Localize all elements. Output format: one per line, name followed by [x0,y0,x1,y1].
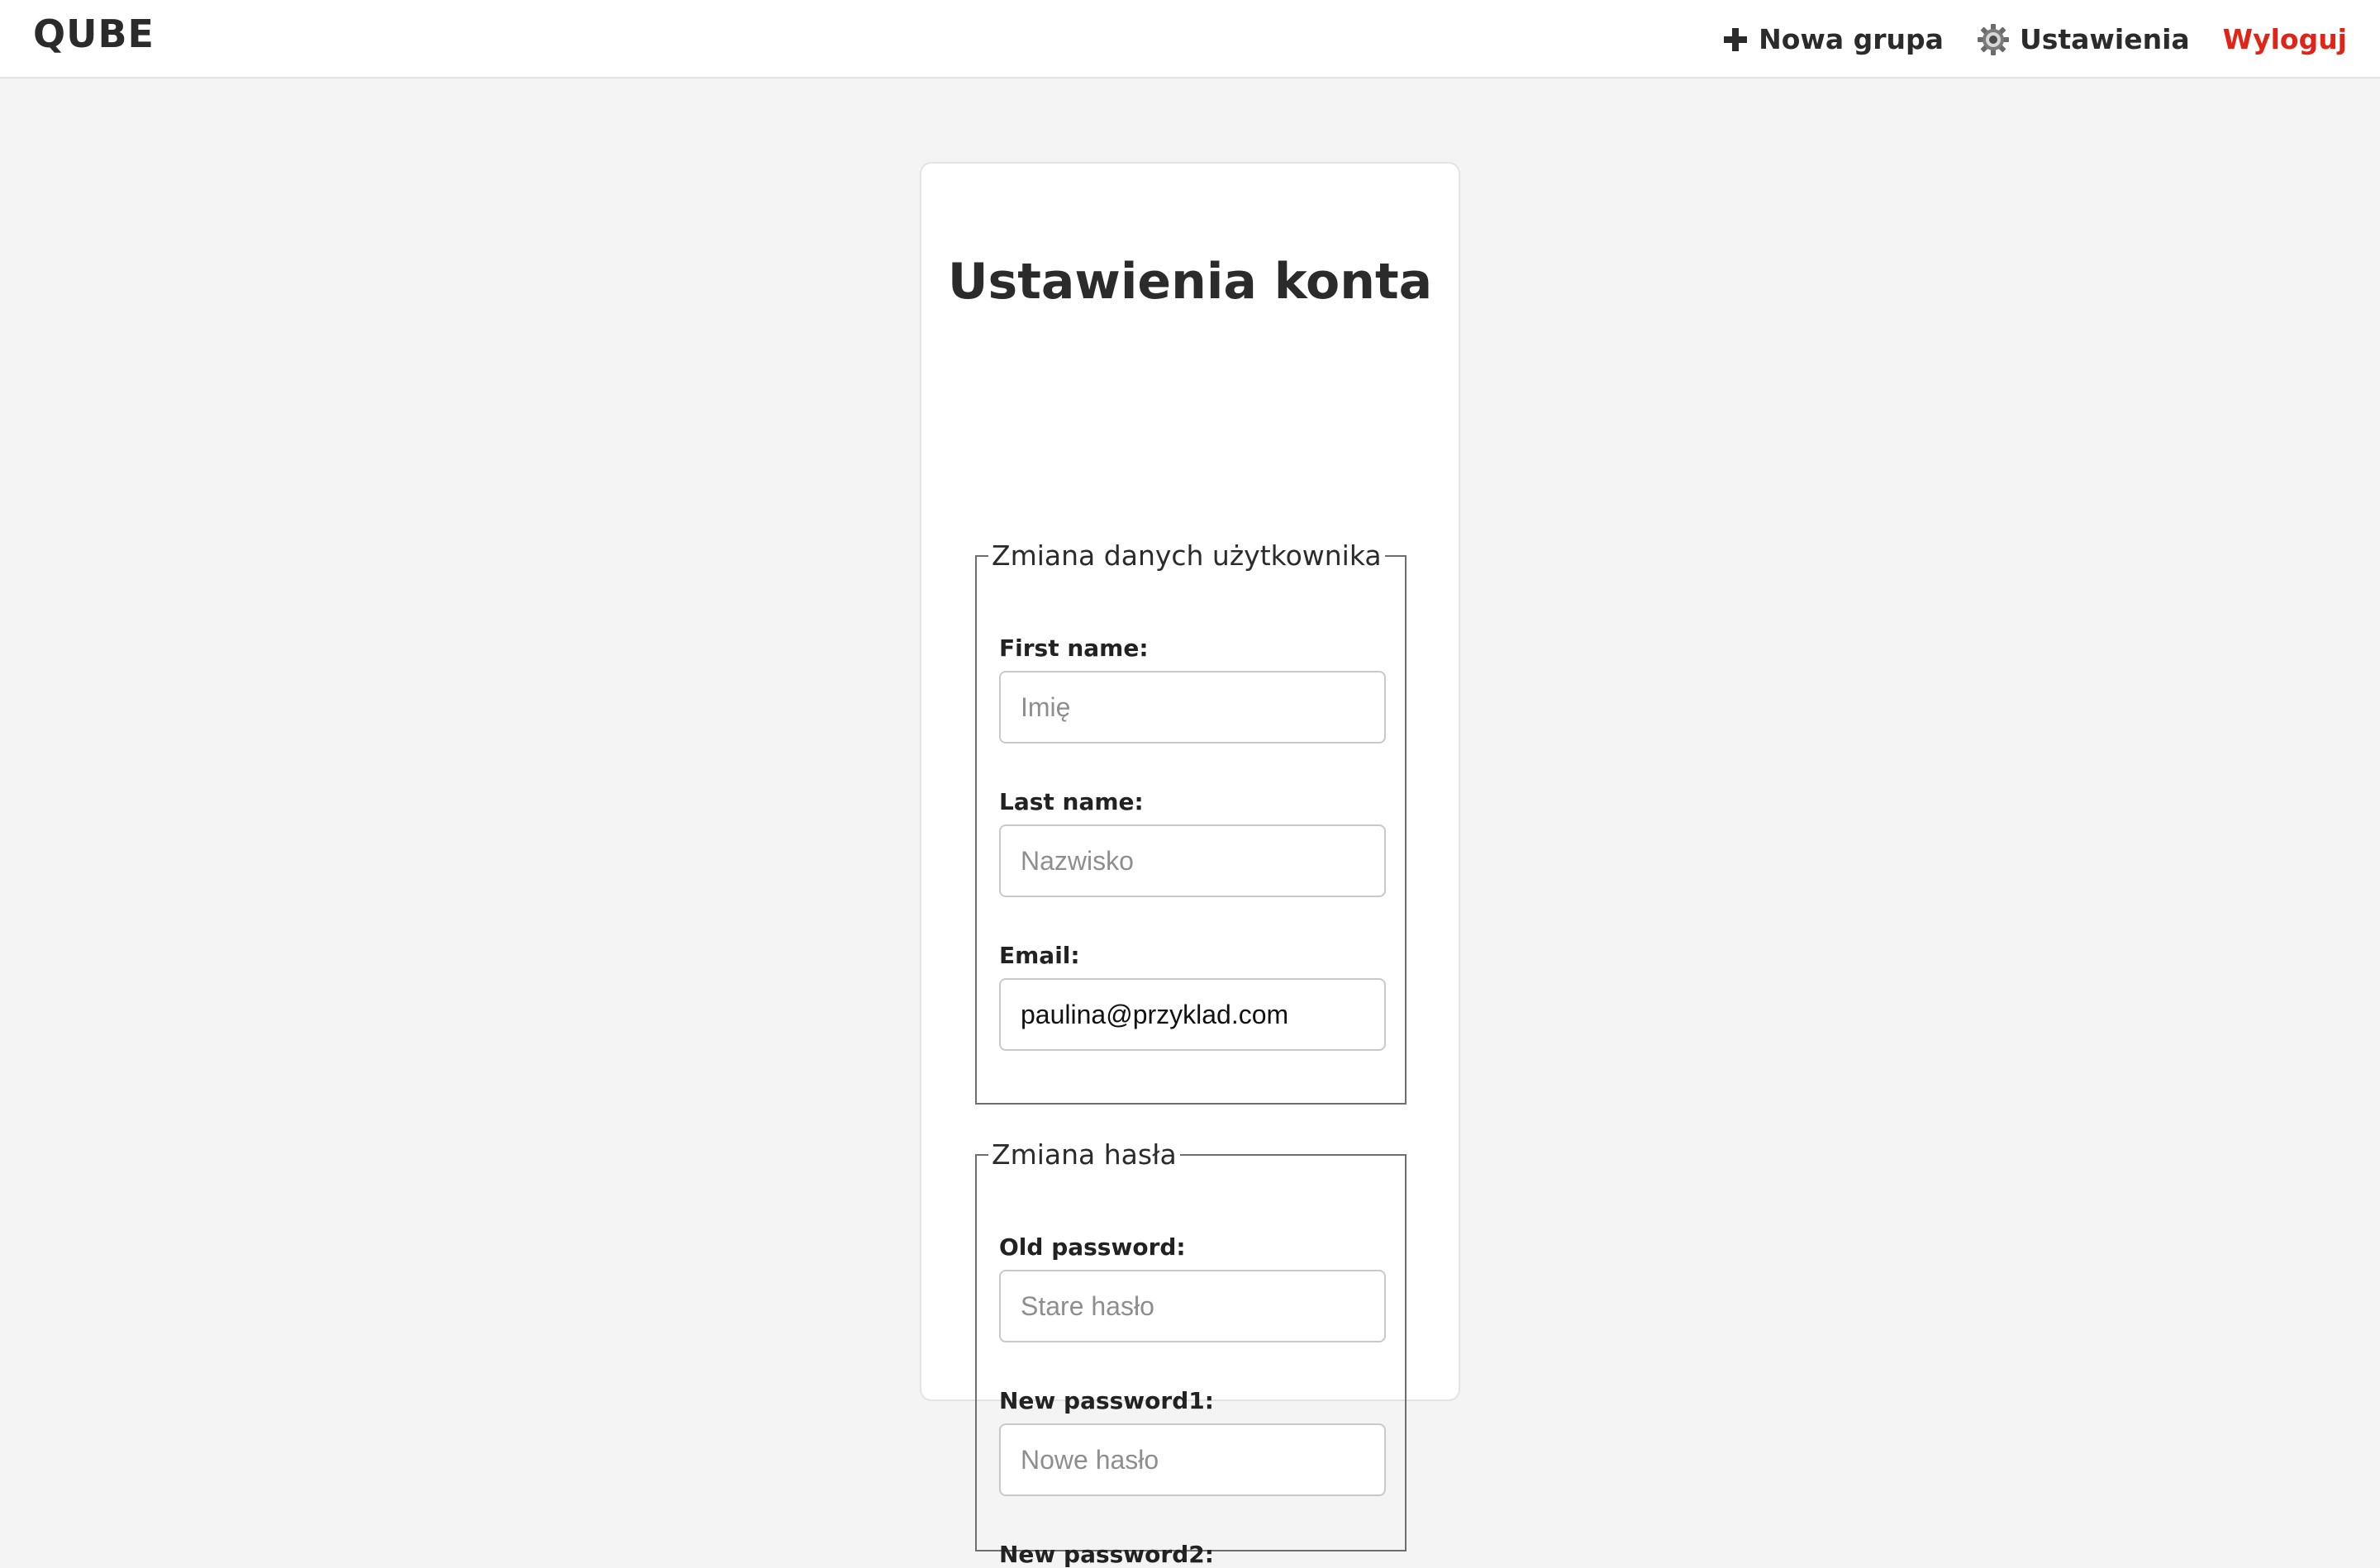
plus-icon [1724,27,1748,51]
new-group-label: Nowa grupa [1759,23,1944,55]
user-data-legend: Zmiana danych użytkownika [992,539,1382,572]
settings-label: Ustawienia [2019,23,2190,55]
old-password-label: Old password: [999,1233,1186,1261]
first-name-input[interactable] [999,671,1386,744]
nav-menu: Nowa grupa Ustawienia Wyloguj [1722,0,2347,78]
user-data-fieldset: Zmiana danych użytkownika First name: La… [975,539,1407,1105]
logout-link[interactable]: Wyloguj [2223,23,2347,55]
password-fieldset: Zmiana hasła Old password: New password1… [975,1138,1407,1568]
top-navbar: QUBE Nowa grupa Ustawienia Wyloguj [0,0,2380,78]
last-name-label: Last name: [999,788,1144,815]
new-password1-label: New password1: [999,1387,1214,1414]
logout-label: Wyloguj [2222,23,2347,55]
new-password2-label: New password2: [999,1541,1214,1568]
account-settings-card: Ustawienia konta Zmiana danych użytkowni… [920,162,1460,1568]
gear-icon [1977,23,2009,55]
first-name-label: First name: [999,634,1149,662]
old-password-input[interactable] [999,1270,1386,1342]
email-input[interactable] [999,978,1386,1051]
password-legend: Zmiana hasła [992,1138,1177,1171]
new-group-link[interactable]: Nowa grupa [1722,23,1944,55]
settings-link[interactable]: Ustawienia [1977,23,2190,56]
new-password1-input[interactable] [999,1423,1386,1496]
brand-logo[interactable]: QUBE [33,12,155,56]
email-label: Email: [999,942,1080,969]
page-title: Ustawienia konta [947,253,1433,311]
last-name-input[interactable] [999,824,1386,897]
